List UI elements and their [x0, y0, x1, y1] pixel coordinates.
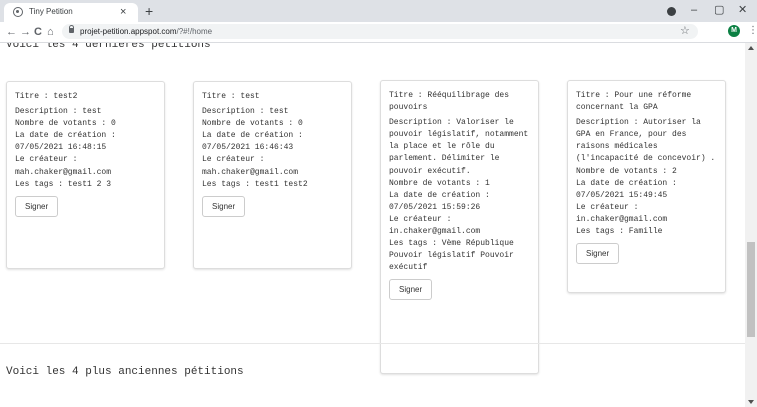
petition-date-label: La date de création :: [576, 178, 677, 188]
petition-description: Description : Valoriser le pouvoir légis…: [389, 118, 534, 176]
petition-votes: Nombre de votants : 0: [15, 119, 116, 129]
page-viewport: Voici les 4 dernières pétitions Titre : …: [0, 43, 745, 407]
petition-date-label: La date de création :: [389, 190, 490, 200]
petition-creator: mah.chaker@gmail.com: [15, 167, 112, 177]
petition-description: Description : Autoriser la GPA en France…: [576, 118, 716, 164]
tab-bar: Tiny Petition × + – ▢ ✕: [0, 0, 757, 22]
close-window-icon[interactable]: ✕: [738, 3, 747, 17]
bookmark-star-icon[interactable]: ☆: [680, 24, 690, 39]
section-divider: [0, 343, 745, 344]
petition-tags: Les tags : test1 test2: [202, 179, 308, 189]
url-host: projet-petition.appspot.com: [80, 27, 177, 36]
profile-avatar[interactable]: M: [728, 25, 740, 37]
maximize-icon[interactable]: ▢: [714, 3, 724, 17]
scroll-down-arrow-icon[interactable]: [748, 400, 754, 404]
page-scrollbar[interactable]: [745, 43, 757, 407]
petition-creator: mah.chaker@gmail.com: [202, 167, 299, 177]
new-tab-icon[interactable]: +: [145, 3, 153, 19]
petition-title: Titre : Pour une réforme concernant la G…: [576, 91, 697, 113]
oldest-petitions-heading: Voici les 4 plus anciennes pétitions: [6, 366, 244, 378]
minimize-icon[interactable]: –: [691, 3, 697, 17]
petition-creator: in.chaker@gmail.com: [576, 214, 668, 224]
petition-creator-label: Le créateur :: [15, 155, 78, 165]
petition-creator-label: Le créateur :: [576, 202, 639, 212]
petition-creator-label: Le créateur :: [389, 214, 452, 224]
back-icon[interactable]: ←: [6, 25, 17, 39]
home-icon[interactable]: ⌂: [47, 25, 54, 39]
browser-toolbar: ← → C ⌂ projet-petition.appspot.com/?#!/…: [0, 22, 757, 43]
reload-icon[interactable]: C: [34, 25, 42, 39]
tab-title: Tiny Petition: [29, 7, 73, 16]
petition-title: Titre : test: [202, 92, 260, 101]
petition-tags: Les tags : Famille: [576, 227, 663, 237]
petition-votes: Nombre de votants : 0: [202, 119, 303, 129]
lock-icon[interactable]: [69, 25, 74, 33]
petition-votes: Nombre de votants : 1: [389, 178, 490, 188]
petition-card: Titre : test2 Description : test Nombre …: [6, 81, 165, 269]
petition-creator-label: Le créateur :: [202, 155, 265, 165]
petition-card: Titre : Rééquilibrage des pouvoirs Descr…: [380, 80, 539, 374]
petition-date-label: La date de création :: [202, 131, 303, 141]
petition-title: Titre : Rééquilibrage des pouvoirs: [389, 91, 514, 113]
browser-tab[interactable]: Tiny Petition ×: [4, 3, 138, 22]
url-path: /?#!/home: [176, 27, 213, 36]
petition-date: 07/05/2021 15:59:26: [389, 202, 481, 212]
record-icon[interactable]: [667, 7, 676, 16]
sign-button[interactable]: Signer: [389, 279, 433, 301]
sign-button[interactable]: Signer: [202, 195, 246, 217]
petition-title: Titre : test2: [15, 92, 78, 101]
petition-tags: Les tags : Vème République Pouvoir légis…: [389, 239, 519, 273]
petition-tags: Les tags : test1 2 3: [15, 179, 112, 189]
sign-button[interactable]: Signer: [576, 243, 620, 265]
petition-description: Description : test: [202, 107, 289, 117]
petition-date: 07/05/2021 16:46:43: [202, 143, 294, 153]
browser-menu-icon[interactable]: ⋮: [748, 24, 757, 38]
globe-icon: [13, 7, 23, 17]
petition-card: Titre : Pour une réforme concernant la G…: [567, 80, 726, 293]
petition-card: Titre : test Description : test Nombre d…: [193, 81, 352, 269]
url-text: projet-petition.appspot.com/?#!/home: [80, 26, 212, 37]
petition-votes: Nombre de votants : 2: [576, 166, 677, 176]
petition-creator: in.chaker@gmail.com: [389, 227, 481, 237]
petition-date: 07/05/2021 15:49:45: [576, 190, 668, 200]
address-bar[interactable]: projet-petition.appspot.com/?#!/home ☆: [62, 24, 698, 39]
tab-close-icon[interactable]: ×: [120, 4, 126, 20]
latest-petitions-heading: Voici les 4 dernières pétitions: [6, 43, 211, 51]
petition-date-label: La date de création :: [15, 131, 116, 141]
scroll-thumb[interactable]: [747, 242, 755, 337]
sign-button[interactable]: Signer: [15, 195, 59, 217]
petition-date: 07/05/2021 16:48:15: [15, 143, 107, 153]
forward-icon[interactable]: →: [20, 25, 31, 39]
scroll-up-arrow-icon[interactable]: [748, 46, 754, 50]
petition-description: Description : test: [15, 107, 102, 117]
